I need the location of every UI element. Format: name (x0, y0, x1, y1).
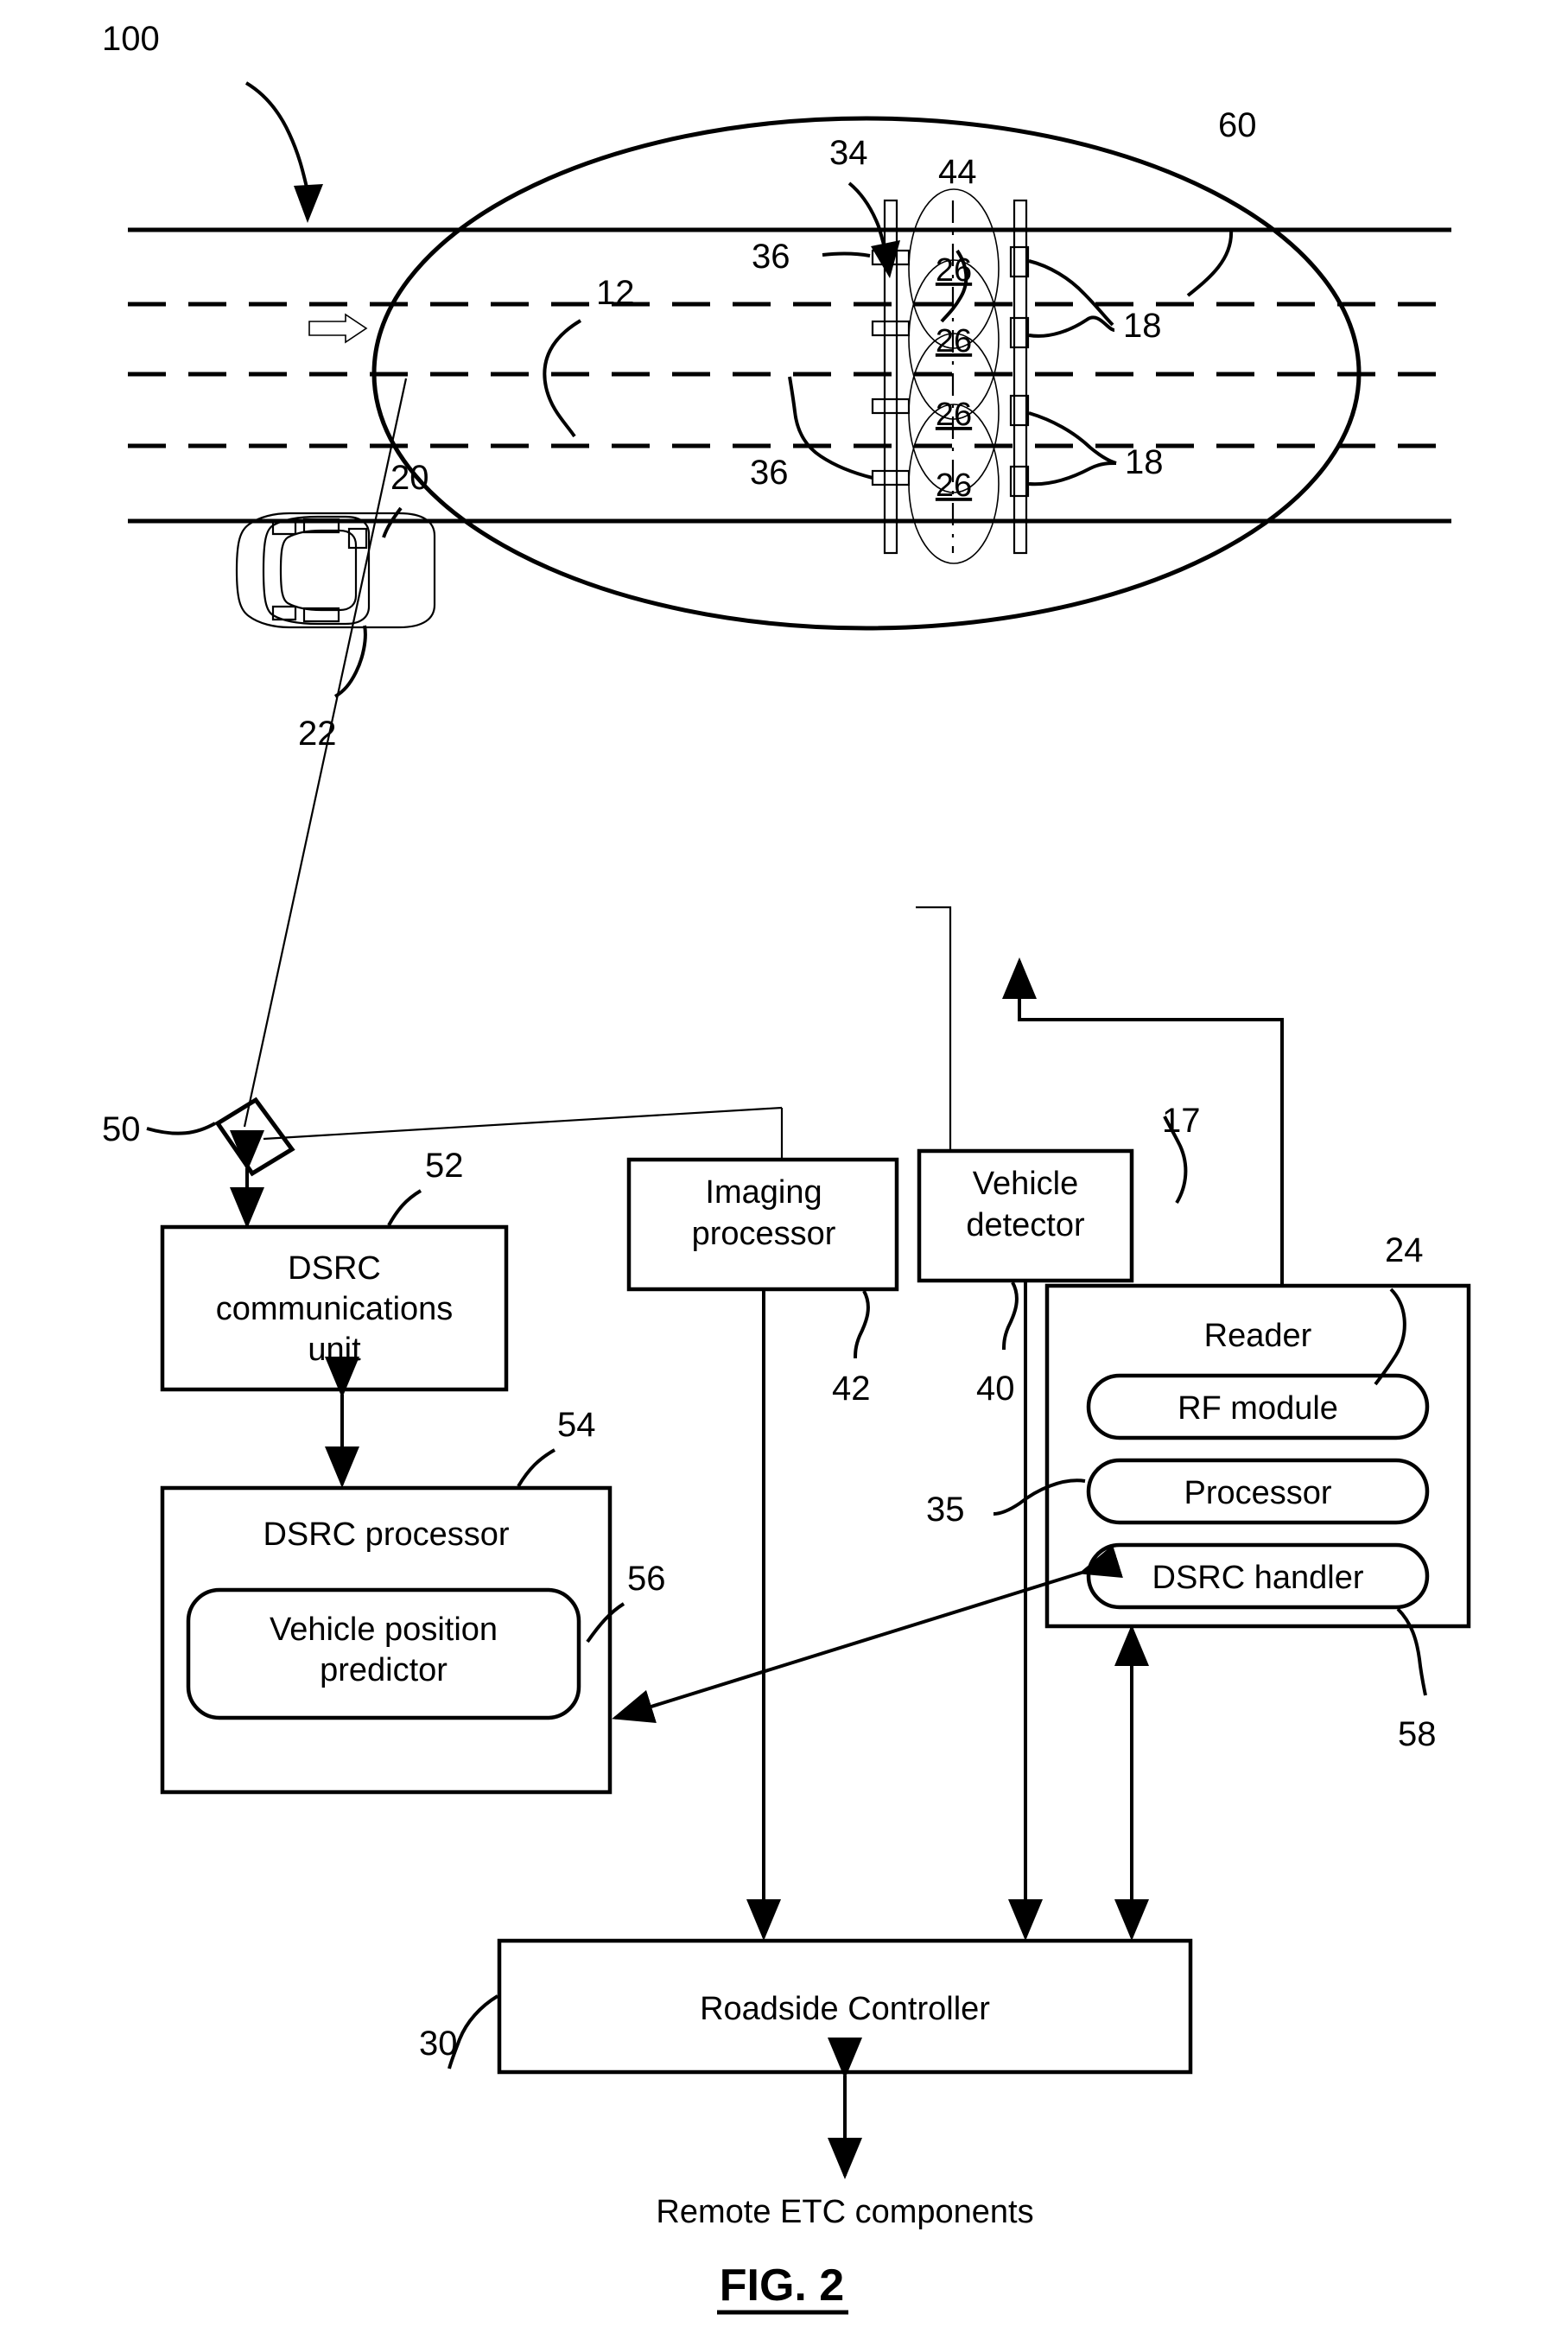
block-dsrc-communications-unit[interactable]: DSRC communications unit (160, 1224, 509, 1392)
dsrc-comm-unit-line1: DSRC (288, 1250, 381, 1287)
block-vehicle-detector[interactable]: Vehicle detector (917, 1148, 1134, 1283)
ref-52-leader: 52 (387, 1147, 464, 1226)
ref-17-label-visible: 17 (1162, 1102, 1201, 1140)
link-detector-road (916, 906, 952, 1151)
reader-processor-label: Processor (1184, 1475, 1331, 1511)
dsrc-processor-label: DSRC processor (263, 1516, 509, 1553)
travel-direction-arrow (308, 313, 368, 344)
reader-antenna-mast (1009, 199, 1030, 555)
block-imaging-processor[interactable]: Imaging processor (626, 1157, 899, 1292)
rf-module-label: RF module (1178, 1390, 1338, 1427)
ref-30-leader: 30 (419, 1994, 499, 2070)
ref-18-label-lower: 18 (1125, 443, 1164, 481)
dsrc-handler-label: DSRC handler (1152, 1560, 1364, 1596)
ref-12-leader: 12 (543, 274, 635, 438)
ref-58-leader: 58 (1396, 1607, 1437, 1753)
dsrc-comm-unit-line3: unit (308, 1332, 361, 1368)
block-roadside-controller[interactable]: Roadside Controller (497, 1938, 1193, 2075)
camera-50: 50 (102, 1097, 295, 1177)
vpp-line1: Vehicle position (270, 1612, 498, 1648)
ref-36-label-upper: 36 (752, 238, 790, 276)
ref-60-label: 60 (1218, 106, 1257, 144)
ref-17-leader: 17 17 (1162, 1102, 1201, 1205)
zone-26-label-b: 26 (936, 323, 972, 359)
link-dsrc-handler-predictor (612, 1544, 1123, 1724)
vehicle (235, 512, 436, 629)
ref-24-label: 24 (1385, 1231, 1424, 1269)
ref-36-leader-lower: 36 (750, 376, 873, 492)
remote-etc-label: Remote ETC components (656, 2194, 1033, 2230)
ref-56-label: 56 (627, 1560, 666, 1598)
vpp-line2: predictor (320, 1652, 448, 1688)
ref-36-label-lower: 36 (750, 454, 789, 492)
zone-26-label-d: 26 (936, 467, 972, 504)
antenna-36-b (871, 320, 911, 337)
ref-18-label-upper: 18 (1123, 307, 1162, 345)
ref-20-leader: 20 (382, 459, 429, 538)
dsrc-comm-unit-line2: communications (216, 1291, 454, 1327)
block-dsrc-processor[interactable]: DSRC processor Vehicle position predicto… (160, 1485, 613, 1795)
ref-42-leader: 42 (832, 1290, 871, 1408)
ref-44-label: 44 (938, 153, 977, 191)
imaging-processor-line1: Imaging (705, 1174, 822, 1211)
ref-22-leader: 22 (298, 625, 367, 753)
ref-34-label: 34 (829, 134, 868, 172)
ref-54-leader: 54 (517, 1406, 596, 1488)
antenna-36-c (871, 397, 911, 415)
ref-36-leader-upper: 36 (752, 238, 871, 276)
patent-figure-2: 100 60 12 20 22 34 36 36 18 18 44 26 26 … (0, 0, 1568, 2327)
ref-40-label: 40 (976, 1370, 1015, 1408)
ref-42-label: 42 (832, 1370, 871, 1408)
reader-label: Reader (1204, 1318, 1312, 1354)
ref-54-label: 54 (557, 1406, 596, 1444)
ref-44-leader: 44 (938, 153, 977, 323)
antenna-36-d (871, 469, 911, 486)
ref-22-label: 22 (298, 715, 337, 753)
ref-30-label: 30 (419, 2025, 458, 2063)
vehicle-detector-line1: Vehicle (973, 1166, 1079, 1202)
camera-field-of-view (243, 378, 783, 1141)
figure-caption: FIG. 2 (717, 2260, 848, 2315)
system-ref-100: 100 (102, 20, 323, 223)
ref-12-label: 12 (596, 274, 635, 312)
ref-18-leader-lower: 18 (1028, 411, 1164, 486)
ref-52-label: 52 (425, 1147, 464, 1185)
zone-26-label-a: 26 (936, 252, 972, 289)
ref-20-label: 20 (390, 459, 429, 497)
ref-60-leader: 60 (1186, 106, 1257, 297)
vehicle-detector-line2: detector (966, 1207, 1085, 1243)
block-reader[interactable]: Reader RF module Processor DSRC handler (1044, 1283, 1471, 1629)
ref-50-label: 50 (102, 1110, 141, 1148)
ref-35-label: 35 (926, 1491, 965, 1529)
roadside-controller-label: Roadside Controller (700, 1991, 990, 2027)
ref-100-label: 100 (102, 20, 160, 58)
ref-40-leader: 40 (976, 1281, 1019, 1408)
zone-26-label-c: 26 (936, 397, 972, 433)
figure-caption-text: FIG. 2 (720, 2260, 844, 2311)
ref-58-label: 58 (1398, 1715, 1437, 1753)
imaging-processor-line2: processor (692, 1216, 836, 1252)
